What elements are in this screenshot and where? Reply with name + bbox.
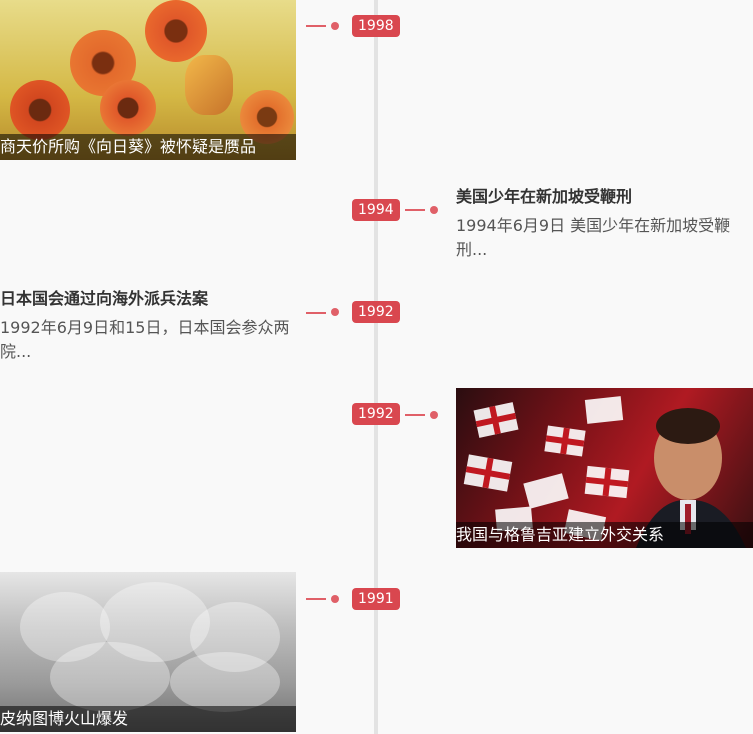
event-1992-text-card: 日本国会通过向海外派兵法案 1992年6月9日和15日，日本国会参众两院... — [0, 288, 296, 364]
timeline-dot — [430, 206, 438, 214]
event-title[interactable]: 美国少年在新加坡受鞭刑 — [456, 186, 752, 208]
event-georgia-image-card[interactable]: 我国与格鲁吉亚建立外交关系 — [456, 388, 753, 548]
timeline-connector — [306, 598, 326, 600]
timeline-dot — [331, 22, 339, 30]
event-summary: 1994年6月9日 美国少年在新加坡受鞭刑... — [456, 216, 731, 259]
timeline-connector — [405, 209, 425, 211]
event-1998-image-card[interactable]: 商天价所购《向日葵》被怀疑是赝品 — [0, 0, 296, 160]
year-badge: 1994 — [352, 199, 400, 221]
event-1991-image-card[interactable]: 皮纳图博火山爆发 — [0, 572, 296, 732]
year-badge: 1992 — [352, 403, 400, 425]
timeline-connector — [306, 312, 326, 314]
sunflower-shape — [10, 80, 70, 140]
year-badge: 1998 — [352, 15, 400, 37]
ash-cloud-shape — [170, 652, 280, 712]
event-title[interactable]: 皮纳图博火山爆发 — [0, 706, 296, 732]
year-badge: 1991 — [352, 588, 400, 610]
timeline-dot — [430, 411, 438, 419]
timeline-dot — [331, 595, 339, 603]
timeline-connector — [405, 414, 425, 416]
sunflower-shape — [100, 80, 156, 136]
event-1994-text-card: 美国少年在新加坡受鞭刑 1994年6月9日 美国少年在新加坡受鞭刑... — [456, 186, 752, 262]
event-title[interactable]: 我国与格鲁吉亚建立外交关系 — [456, 522, 753, 548]
sunflower-shape — [145, 0, 207, 62]
timeline-connector — [306, 25, 326, 27]
event-title[interactable]: 商天价所购《向日葵》被怀疑是赝品 — [0, 134, 296, 160]
ash-cloud-shape — [50, 642, 170, 712]
timeline-dot — [331, 308, 339, 316]
sunflower-shape — [185, 55, 233, 115]
timeline-axis — [374, 0, 378, 734]
year-badge: 1992 — [352, 301, 400, 323]
event-title[interactable]: 日本国会通过向海外派兵法案 — [0, 288, 296, 310]
event-summary: 1992年6月9日和15日，日本国会参众两院... — [0, 318, 290, 361]
